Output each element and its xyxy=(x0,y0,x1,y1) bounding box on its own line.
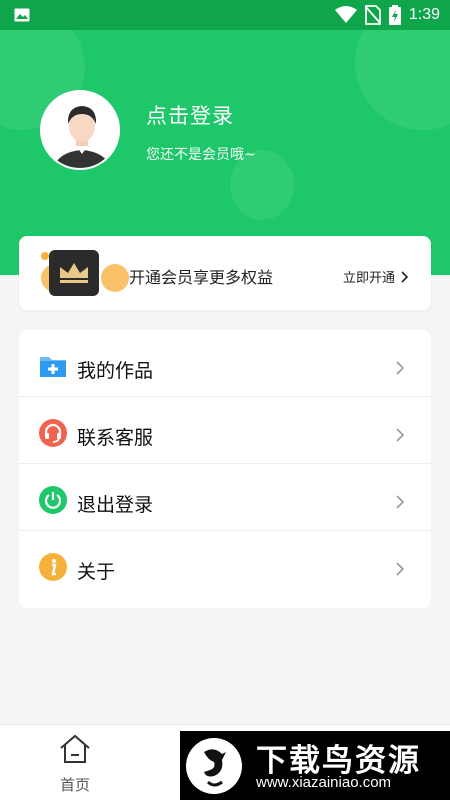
power-icon xyxy=(39,486,67,514)
menu-item-logout[interactable]: 退出登录 xyxy=(19,464,431,531)
menu-item-contact-support[interactable]: 联系客服 xyxy=(19,397,431,464)
avatar[interactable] xyxy=(40,90,120,170)
vip-promo-text: 开通会员享更多权益 xyxy=(129,268,274,287)
watermark-url: www.xiazainiao.com xyxy=(256,774,392,791)
vip-open-label: 立即开通 xyxy=(342,271,395,286)
avatar-person-icon xyxy=(42,92,118,168)
login-link[interactable]: 点击登录 xyxy=(146,100,234,130)
menu-label: 我的作品 xyxy=(77,360,154,382)
membership-status: 您还不是会员哦~ xyxy=(146,147,256,163)
info-icon xyxy=(39,553,67,581)
vip-open-button[interactable]: 立即开通 xyxy=(343,267,409,286)
folder-plus-icon xyxy=(40,357,66,377)
chevron-right-icon xyxy=(401,270,409,283)
status-bar: 1:39 xyxy=(0,0,450,30)
vip-banner[interactable]: 开通会员享更多权益 立即开通 xyxy=(19,236,431,310)
tab-home[interactable]: 首页 xyxy=(40,731,110,797)
bird-logo-icon xyxy=(186,738,242,794)
chevron-right-icon xyxy=(396,428,405,442)
headset-icon xyxy=(39,419,67,447)
no-sim-icon xyxy=(364,5,381,25)
image-notification-icon xyxy=(14,8,30,22)
menu-label: 联系客服 xyxy=(77,427,154,449)
watermark: 下载鸟资源 www.xiazainiao.com xyxy=(180,731,450,800)
battery-icon xyxy=(388,5,401,25)
wifi-icon xyxy=(334,6,357,23)
menu-label: 关于 xyxy=(77,561,116,583)
settings-menu: 我的作品 联系客服 退出登录 关于 xyxy=(19,330,431,608)
clock: 1:39 xyxy=(408,6,440,23)
tab-home-label: 首页 xyxy=(59,776,90,794)
menu-item-about[interactable]: 关于 xyxy=(19,531,431,598)
crown-badge-icon xyxy=(41,250,129,296)
chevron-right-icon xyxy=(396,495,405,509)
menu-label: 退出登录 xyxy=(77,494,154,516)
chevron-right-icon xyxy=(396,361,405,375)
home-icon xyxy=(60,734,90,763)
decor-bubble xyxy=(355,30,450,130)
menu-item-my-works[interactable]: 我的作品 xyxy=(19,330,431,397)
chevron-right-icon xyxy=(396,562,405,576)
